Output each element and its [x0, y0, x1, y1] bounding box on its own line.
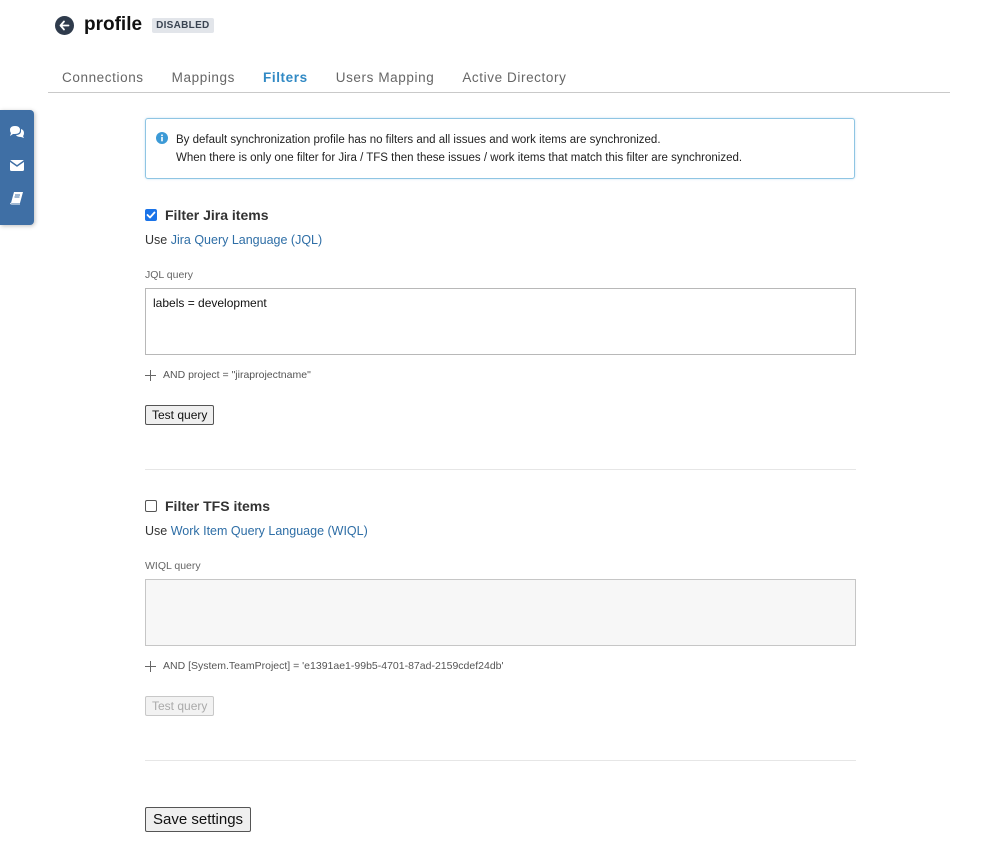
plus-icon[interactable] — [145, 369, 156, 381]
jql-link[interactable]: Jira Query Language (JQL) — [171, 233, 322, 247]
filter-jira-label: Filter Jira items — [165, 207, 269, 223]
jql-query-label: JQL query — [145, 269, 194, 281]
wiql-link[interactable]: Work Item Query Language (WIQL) — [171, 524, 368, 538]
tab-mappings[interactable]: Mappings — [158, 62, 249, 92]
filter-tfs-label: Filter TFS items — [165, 498, 271, 514]
wiql-query-input[interactable] — [145, 579, 856, 646]
divider — [145, 469, 856, 470]
back-arrow-icon[interactable] — [55, 15, 74, 35]
envelope-icon[interactable] — [9, 157, 25, 173]
save-settings-button[interactable]: Save settings — [145, 807, 252, 832]
filters-panel: By default synchronization profile has n… — [145, 118, 856, 832]
jira-filter-section: Filter Jira items Use Jira Query Languag… — [145, 207, 856, 470]
tfs-and-clause-text: AND [System.TeamProject] = 'e1391ae1-99b… — [163, 660, 504, 672]
comments-icon[interactable] — [9, 124, 25, 140]
tfs-and-clause: AND [System.TeamProject] = 'e1391ae1-99b… — [145, 660, 855, 672]
jira-and-clause-text: AND project = "jiraprojectname" — [163, 369, 311, 381]
page-title: profile — [84, 14, 143, 35]
jql-query-input[interactable]: labels = development — [145, 288, 856, 355]
tab-bar: Connections Mappings Filters Users Mappi… — [48, 62, 950, 93]
book-icon[interactable] — [9, 190, 25, 206]
filter-jira-checkbox[interactable] — [145, 209, 157, 221]
plus-icon[interactable] — [145, 660, 156, 672]
side-toolbar — [0, 110, 34, 225]
info-text-line-1: By default synchronization profile has n… — [176, 134, 661, 146]
tab-filters[interactable]: Filters — [249, 62, 322, 92]
info-text-line-2: When there is only one filter for Jira /… — [176, 152, 743, 164]
jira-and-clause: AND project = "jiraprojectname" — [145, 369, 855, 381]
jira-use-line: Use Jira Query Language (JQL) — [145, 233, 855, 247]
tfs-use-prefix: Use — [145, 524, 171, 538]
info-box: By default synchronization profile has n… — [145, 118, 855, 179]
info-icon — [156, 132, 168, 150]
tfs-use-line: Use Work Item Query Language (WIQL) — [145, 524, 855, 538]
page-header: profile DISABLED — [55, 14, 214, 36]
tfs-filter-section: Filter TFS items Use Work Item Query Lan… — [145, 498, 856, 761]
tab-connections[interactable]: Connections — [48, 62, 158, 92]
tfs-test-query-button[interactable]: Test query — [145, 696, 215, 716]
jira-use-prefix: Use — [145, 233, 171, 247]
jira-test-query-button[interactable]: Test query — [145, 405, 215, 425]
divider — [145, 760, 856, 761]
wiql-query-label: WIQL query — [145, 560, 201, 572]
tab-active-directory[interactable]: Active Directory — [448, 62, 580, 92]
filter-tfs-checkbox[interactable] — [145, 500, 157, 512]
status-badge: DISABLED — [152, 17, 214, 33]
tab-users-mapping[interactable]: Users Mapping — [322, 62, 449, 92]
